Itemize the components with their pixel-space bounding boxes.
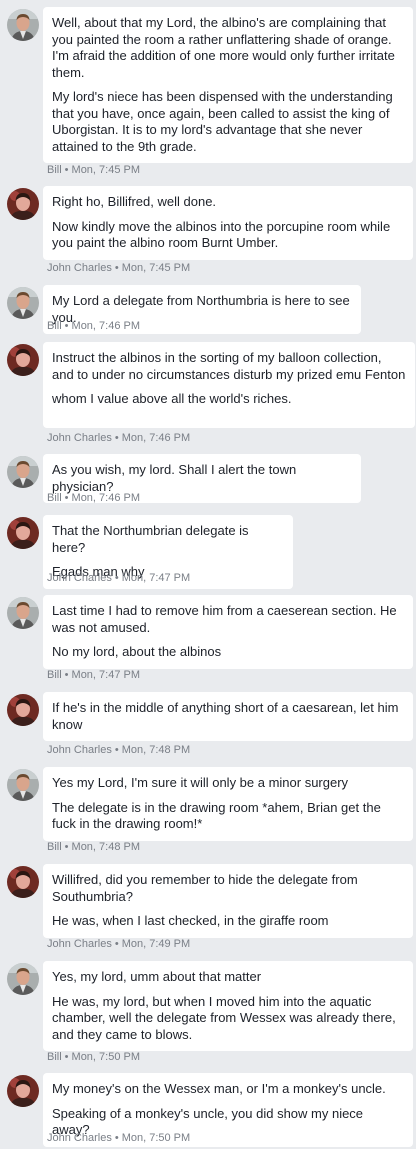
bill-avatar[interactable] [7, 963, 39, 995]
separator-dot: • [114, 572, 119, 584]
message-text: Well, about that my Lord, the albino's a… [52, 15, 395, 80]
message-text: If he's in the middle of anything short … [52, 700, 399, 732]
message-text: That the Northumbrian delegate is here? [52, 523, 249, 555]
message-text: No my lord, about the albinos [52, 644, 222, 659]
john-charles-avatar[interactable] [7, 344, 39, 376]
john-charles-avatar[interactable] [7, 866, 39, 898]
sender-name[interactable]: John Charles [47, 262, 112, 274]
sender-name[interactable]: Bill [47, 1051, 62, 1063]
bill-avatar[interactable] [7, 597, 39, 629]
message-bubble[interactable]: Last time I had to remove him from a cae… [43, 595, 413, 669]
separator-dot: • [64, 841, 69, 853]
message-text: Yes, my lord, umm about that matter [52, 969, 262, 984]
timestamp: Mon, 7:47 PM [71, 669, 141, 681]
timestamp: Mon, 7:48 PM [71, 841, 141, 853]
message-text: The delegate is in the drawing room *ahe… [52, 799, 381, 832]
sender-name[interactable]: John Charles [47, 938, 112, 950]
bill-avatar[interactable] [7, 456, 39, 488]
message-text: As you wish, my lord. Shall I alert the … [52, 462, 297, 494]
message-meta: John Charles • Mon, 7:47 PM [47, 572, 190, 585]
timestamp: Mon, 7:45 PM [121, 262, 191, 274]
sender-name[interactable]: Bill [47, 841, 62, 853]
timestamp: Mon, 7:47 PM [121, 572, 191, 584]
john-charles-avatar[interactable] [7, 694, 39, 726]
message-meta: Bill • Mon, 7:50 PM [47, 1051, 140, 1064]
john-charles-avatar[interactable] [7, 1075, 39, 1107]
separator-dot: • [64, 1051, 69, 1063]
sender-name[interactable]: John Charles [47, 744, 112, 756]
sender-name[interactable]: John Charles [47, 432, 112, 444]
message-bubble[interactable]: Willifred, did you remember to hide the … [43, 864, 413, 938]
separator-dot: • [114, 432, 119, 444]
message-text: My lord's niece has been dispensed with … [52, 89, 393, 154]
sender-name[interactable]: Bill [47, 492, 62, 504]
message-meta: John Charles • Mon, 7:46 PM [47, 432, 190, 445]
message-text: Willifred, did you remember to hide the … [52, 872, 358, 904]
sender-name[interactable]: Bill [47, 669, 62, 681]
message-bubble[interactable]: Well, about that my Lord, the albino's a… [43, 7, 413, 163]
sender-name[interactable]: Bill [47, 164, 62, 176]
message-bubble[interactable]: Instruct the albinos in the sorting of m… [43, 342, 415, 428]
timestamp: Mon, 7:46 PM [71, 492, 141, 504]
message-meta: John Charles • Mon, 7:49 PM [47, 938, 190, 951]
message-text: He was, when I last checked, in the gira… [52, 913, 329, 928]
john-charles-avatar[interactable] [7, 188, 39, 220]
message-text: Last time I had to remove him from a cae… [52, 603, 397, 635]
message-text: He was, my lord, but when I moved him in… [52, 993, 396, 1042]
message-text: Yes my Lord, I'm sure it will only be a … [52, 775, 349, 790]
separator-dot: • [64, 320, 69, 332]
separator-dot: • [114, 1132, 119, 1144]
sender-name[interactable]: Bill [47, 320, 62, 332]
message-meta: Bill • Mon, 7:46 PM [47, 492, 140, 505]
message-meta: John Charles • Mon, 7:45 PM [47, 262, 190, 275]
message-bubble[interactable]: Yes my Lord, I'm sure it will only be a … [43, 767, 413, 841]
message-text: whom I value above all the world's riche… [52, 391, 292, 406]
timestamp: Mon, 7:45 PM [71, 164, 141, 176]
timestamp: Mon, 7:50 PM [71, 1051, 141, 1063]
sender-name[interactable]: John Charles [47, 572, 112, 584]
timestamp: Mon, 7:46 PM [71, 320, 141, 332]
message-meta: John Charles • Mon, 7:50 PM [47, 1132, 190, 1145]
message-meta: Bill • Mon, 7:47 PM [47, 669, 140, 682]
message-meta: Bill • Mon, 7:45 PM [47, 164, 140, 177]
timestamp: Mon, 7:48 PM [121, 744, 191, 756]
message-text: Instruct the albinos in the sorting of m… [52, 350, 406, 382]
message-meta: Bill • Mon, 7:48 PM [47, 841, 140, 854]
john-charles-avatar[interactable] [7, 517, 39, 549]
separator-dot: • [114, 262, 119, 274]
sender-name[interactable]: John Charles [47, 1132, 112, 1144]
separator-dot: • [64, 492, 69, 504]
message-meta: John Charles • Mon, 7:48 PM [47, 744, 190, 757]
message-text: Now kindly move the albinos into the por… [52, 218, 391, 251]
separator-dot: • [114, 744, 119, 756]
message-text: My money's on the Wessex man, or I'm a m… [52, 1081, 386, 1096]
bill-avatar[interactable] [7, 287, 39, 319]
separator-dot: • [114, 938, 119, 950]
message-bubble[interactable]: If he's in the middle of anything short … [43, 692, 413, 741]
message-bubble[interactable]: Right ho, Billifred, well done. Now kindl… [43, 186, 413, 260]
timestamp: Mon, 7:50 PM [121, 1132, 191, 1144]
message-meta: Bill • Mon, 7:46 PM [47, 320, 140, 333]
timestamp: Mon, 7:49 PM [121, 938, 191, 950]
separator-dot: • [64, 164, 69, 176]
timestamp: Mon, 7:46 PM [121, 432, 191, 444]
message-text: Right ho, Billifred, well done. [52, 194, 217, 209]
bill-avatar[interactable] [7, 769, 39, 801]
bill-avatar[interactable] [7, 9, 39, 41]
separator-dot: • [64, 669, 69, 681]
message-bubble[interactable]: Yes, my lord, umm about that matter He wa… [43, 961, 413, 1051]
